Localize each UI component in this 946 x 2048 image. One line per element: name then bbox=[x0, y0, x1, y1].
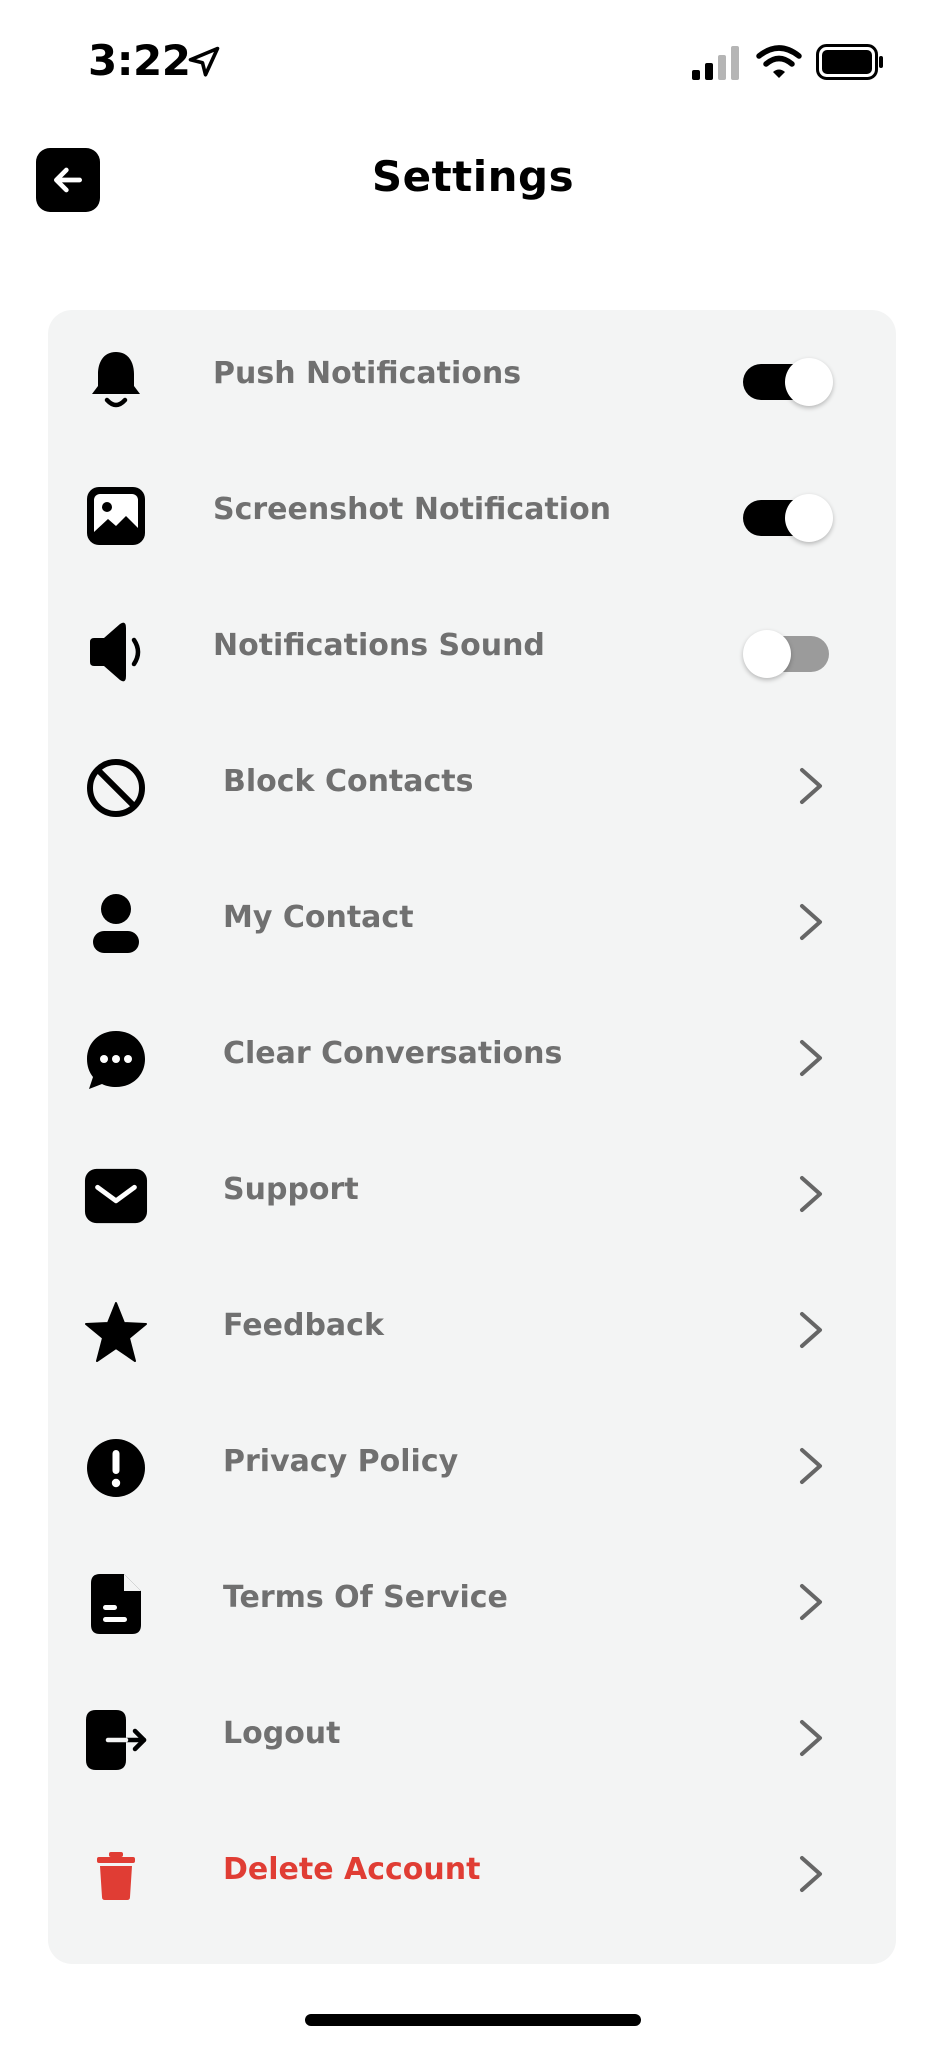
person-icon bbox=[84, 892, 148, 956]
block-icon bbox=[84, 756, 148, 820]
chevron-right-icon bbox=[800, 768, 822, 804]
privacy-policy-row[interactable]: Privacy Policy bbox=[48, 1398, 896, 1534]
mail-icon bbox=[84, 1164, 148, 1228]
chevron-right-icon bbox=[800, 1176, 822, 1212]
clear-conversations-row[interactable]: Clear Conversations bbox=[48, 990, 896, 1126]
logout-icon bbox=[84, 1708, 148, 1772]
clear-conversations-label: Clear Conversations bbox=[223, 1036, 563, 1071]
feedback-label: Feedback bbox=[223, 1308, 384, 1343]
document-icon bbox=[84, 1572, 148, 1636]
support-row[interactable]: Support bbox=[48, 1126, 896, 1262]
push-notifications-toggle[interactable] bbox=[743, 358, 835, 406]
status-bar: 3:22 bbox=[0, 0, 946, 120]
terms-of-service-row[interactable]: Terms Of Service bbox=[48, 1534, 896, 1670]
home-indicator bbox=[305, 2014, 641, 2026]
chevron-right-icon bbox=[800, 1312, 822, 1348]
wifi-icon bbox=[756, 45, 802, 78]
trash-icon bbox=[84, 1844, 148, 1908]
chevron-right-icon bbox=[800, 1040, 822, 1076]
notifications-sound-label: Notifications Sound bbox=[213, 628, 545, 663]
chevron-right-icon bbox=[800, 1584, 822, 1620]
terms-of-service-label: Terms Of Service bbox=[223, 1580, 508, 1615]
speaker-icon bbox=[84, 620, 148, 684]
feedback-row[interactable]: Feedback bbox=[48, 1262, 896, 1398]
my-contact-row[interactable]: My Contact bbox=[48, 854, 896, 990]
location-arrow-icon bbox=[188, 46, 220, 77]
chevron-right-icon bbox=[800, 1856, 822, 1892]
my-contact-label: My Contact bbox=[223, 900, 414, 935]
screenshot-notification-toggle[interactable] bbox=[743, 494, 835, 542]
star-icon bbox=[84, 1300, 148, 1364]
block-contacts-row[interactable]: Block Contacts bbox=[48, 718, 896, 854]
exclamation-icon bbox=[84, 1436, 148, 1500]
block-contacts-label: Block Contacts bbox=[223, 764, 474, 799]
bell-icon bbox=[84, 348, 148, 412]
screenshot-notification-row[interactable]: Screenshot Notification bbox=[48, 446, 896, 582]
delete-account-row[interactable]: Delete Account bbox=[48, 1806, 896, 1942]
battery-icon bbox=[816, 44, 883, 80]
notifications-sound-row[interactable]: Notifications Sound bbox=[48, 582, 896, 718]
chevron-right-icon bbox=[800, 1448, 822, 1484]
support-label: Support bbox=[223, 1172, 359, 1207]
chat-bubble-icon bbox=[84, 1028, 148, 1092]
notifications-sound-toggle[interactable] bbox=[743, 630, 835, 678]
push-notifications-row[interactable]: Push Notifications bbox=[48, 310, 896, 446]
image-icon bbox=[84, 484, 148, 548]
logout-row[interactable]: Logout bbox=[48, 1670, 896, 1806]
logout-label: Logout bbox=[223, 1716, 341, 1751]
settings-card: Push Notifications Screenshot Notificati… bbox=[48, 310, 896, 1964]
push-notifications-label: Push Notifications bbox=[213, 356, 522, 391]
chevron-right-icon bbox=[800, 1720, 822, 1756]
privacy-policy-label: Privacy Policy bbox=[223, 1444, 459, 1479]
cellular-signal-icon bbox=[692, 46, 739, 80]
page-title: Settings bbox=[371, 152, 575, 201]
delete-account-label: Delete Account bbox=[223, 1852, 481, 1887]
screenshot-notification-label: Screenshot Notification bbox=[213, 492, 612, 527]
chevron-right-icon bbox=[800, 904, 822, 940]
status-time: 3:22 bbox=[88, 36, 191, 85]
